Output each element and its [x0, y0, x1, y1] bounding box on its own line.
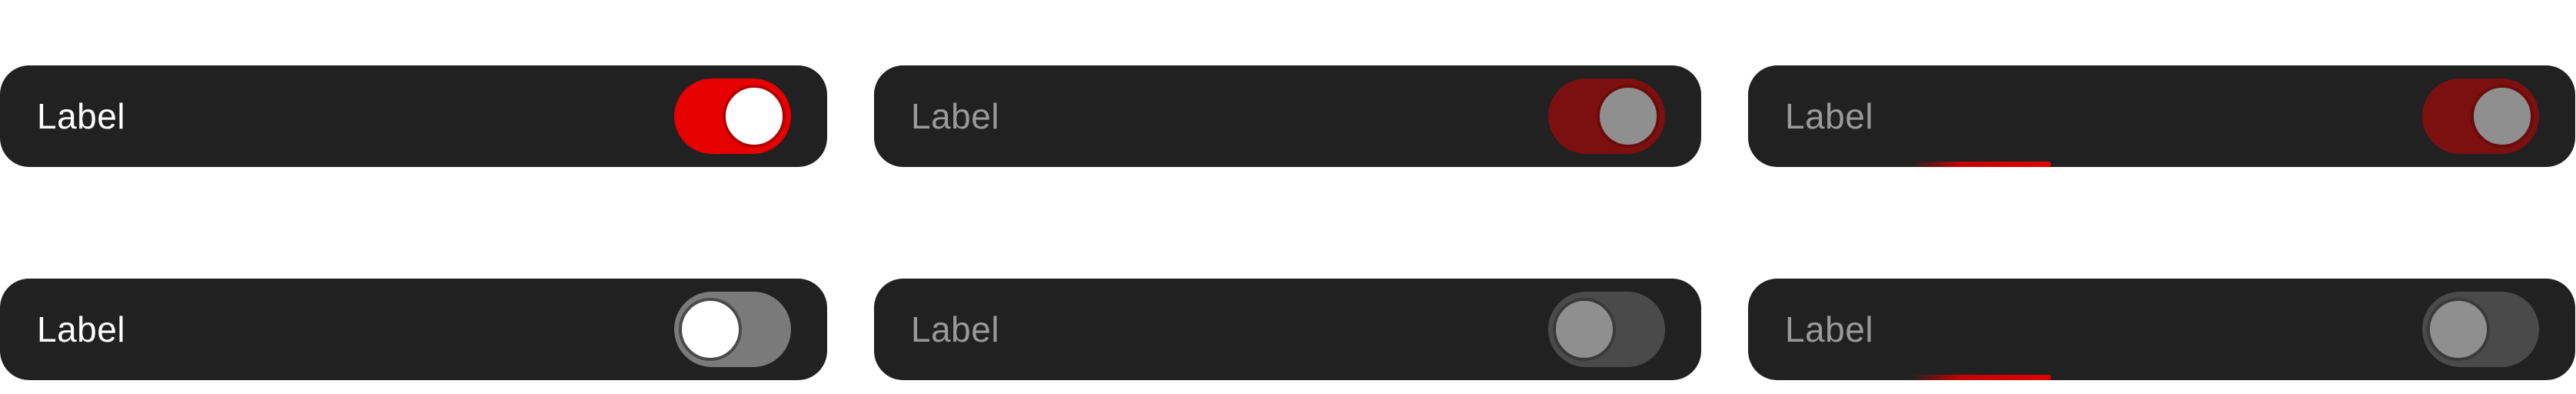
toggle-label: Label	[1785, 309, 1874, 349]
toggle-switch[interactable]	[2422, 78, 2539, 154]
toggle-knob[interactable]	[679, 298, 742, 361]
toggle-cell-on-enabled[interactable]: Label	[0, 65, 827, 167]
toggle-cell-on-focused[interactable]: Label	[1748, 65, 2575, 167]
toggle-cell-off-enabled[interactable]: Label	[0, 279, 827, 380]
toggle-knob[interactable]	[723, 85, 786, 148]
toggle-switch	[1548, 292, 1665, 367]
focus-indicator	[1911, 162, 2051, 167]
toggle-knob	[1597, 85, 1660, 148]
toggle-cell-off-focused[interactable]: Label	[1748, 279, 2575, 380]
toggle-row-off: Label Label Label	[0, 279, 2576, 380]
toggle-label: Label	[37, 96, 126, 136]
toggle-cell-off-disabled: Label	[874, 279, 1701, 380]
toggle-switch	[1548, 78, 1665, 154]
toggle-label: Label	[911, 309, 1000, 349]
toggle-knob[interactable]	[2471, 85, 2534, 148]
toggle-knob	[1553, 298, 1616, 361]
toggle-switch[interactable]	[2422, 292, 2539, 367]
toggle-knob[interactable]	[2427, 298, 2490, 361]
toggle-label: Label	[911, 96, 1000, 136]
toggle-switch[interactable]	[674, 292, 791, 367]
toggle-label: Label	[37, 309, 126, 349]
toggle-label: Label	[1785, 96, 1874, 136]
toggle-row-on: Label Label Label	[0, 65, 2576, 167]
toggle-cell-on-disabled: Label	[874, 65, 1701, 167]
toggle-switch[interactable]	[674, 78, 791, 154]
focus-indicator	[1911, 375, 2051, 380]
